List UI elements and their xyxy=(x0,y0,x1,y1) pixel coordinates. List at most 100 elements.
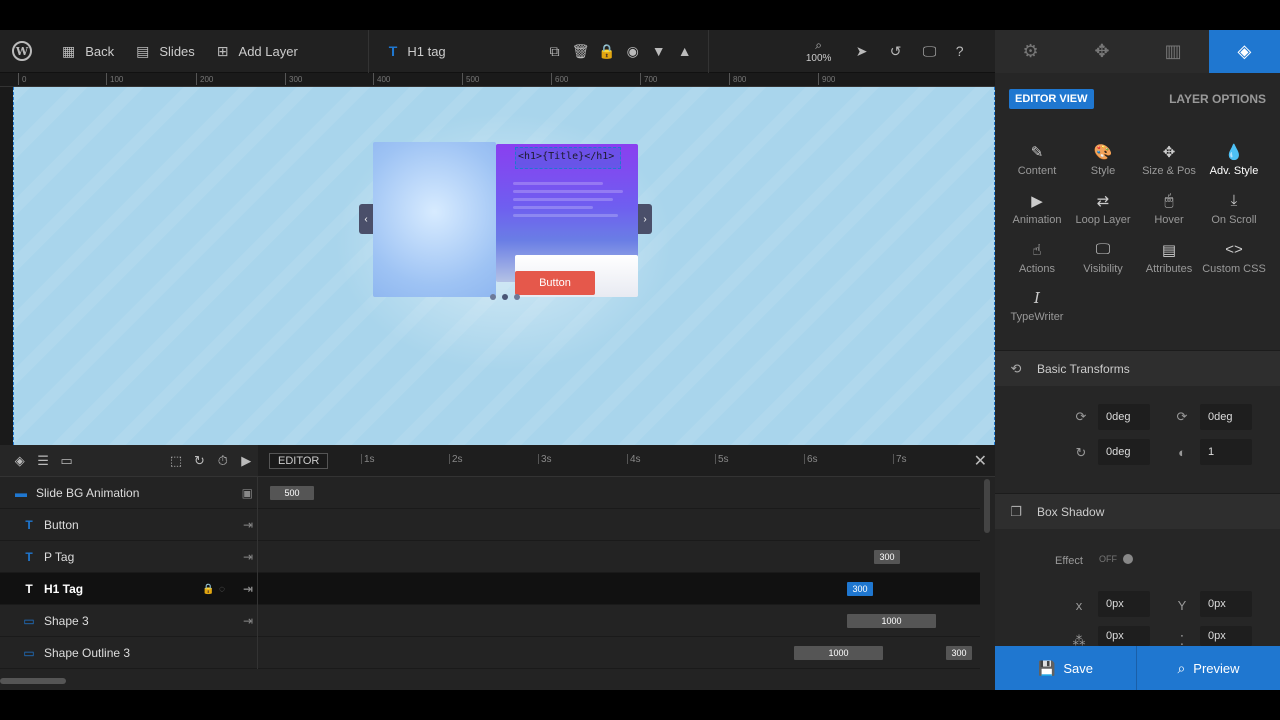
ruler-tick: 600 xyxy=(550,73,569,85)
h1-layer-selected[interactable]: <h1>{Title}</h1> xyxy=(515,147,621,169)
gear-icon: ⚙ xyxy=(1022,41,1039,61)
desktop-view-icon[interactable]: 🖵 xyxy=(917,30,943,72)
move-up-icon[interactable]: ▲ xyxy=(672,30,698,72)
editor-label[interactable]: EDITOR xyxy=(269,453,329,469)
folder-icon[interactable]: ▭ xyxy=(55,453,78,469)
layers-stack-icon[interactable]: ◈ xyxy=(8,453,31,469)
timeline-row-h1-tag[interactable]: T H1 Tag 🔒 ◌ ⇥ 300 xyxy=(0,573,980,605)
lock-icon[interactable]: 🔒 xyxy=(202,584,214,595)
shape-layer-left[interactable] xyxy=(373,142,496,297)
timeline-row-slide-bg[interactable]: ▬ Slide BG Animation ▣ 500 xyxy=(0,477,980,509)
canvas-button-layer[interactable]: Button xyxy=(515,271,595,295)
option-content[interactable]: ✎ Content xyxy=(1004,143,1070,177)
collapse-arrow-icon[interactable]: ⇥ xyxy=(243,582,253,596)
shadow-spread-input[interactable]: 0px xyxy=(1200,626,1252,646)
option-attributes[interactable]: ▤ Attributes xyxy=(1136,241,1202,275)
undo-icon[interactable]: ↺ xyxy=(883,30,909,72)
option-size-pos[interactable]: ✥ Size & Pos xyxy=(1136,143,1202,177)
option-actions[interactable]: ☝ Actions xyxy=(1004,241,1070,275)
option-style[interactable]: 🎨 Style xyxy=(1070,143,1136,177)
mouse-icon: 🖱 xyxy=(1164,192,1174,209)
second-mark: 2s xyxy=(449,454,463,465)
select-area-icon[interactable]: ⬚ xyxy=(164,453,187,469)
timeline-row-button[interactable]: T Button ⇥ xyxy=(0,509,980,541)
play-icon[interactable]: ▶ xyxy=(235,453,258,469)
slider-bullet-active[interactable] xyxy=(502,294,508,300)
slides-icon: ▤ xyxy=(136,42,150,59)
preview-button[interactable]: ⌕ Preview xyxy=(1137,646,1280,690)
timeline-bar[interactable]: 1000 xyxy=(847,614,936,628)
image-folder-icon[interactable]: ▣ xyxy=(242,486,253,500)
collapse-arrow-icon[interactable]: ⇥ xyxy=(243,518,253,532)
option-adv-style[interactable]: 💧 Adv. Style xyxy=(1201,143,1267,177)
rotate-y-icon: ⟳ xyxy=(1176,409,1188,424)
timeline-bar[interactable]: 1000 xyxy=(794,646,883,660)
shadow-y-input[interactable]: 0px xyxy=(1200,591,1252,617)
slider-bullet[interactable] xyxy=(490,294,496,300)
slide-canvas[interactable]: <h1>{Title}</h1> Button ‹ › xyxy=(13,87,995,445)
layer-options-label[interactable]: LAYER OPTIONS xyxy=(1169,92,1266,106)
slides-button[interactable]: ▤ Slides xyxy=(128,30,209,72)
option-on-scroll[interactable]: ⤓ On Scroll xyxy=(1201,192,1267,226)
rotate-y-input[interactable]: 0deg xyxy=(1200,404,1252,430)
timeline-bar[interactable]: 500 xyxy=(270,486,314,500)
zoom-control[interactable]: ⌕ 100% xyxy=(799,30,839,72)
timeline-bar[interactable]: 300 xyxy=(874,550,900,564)
tab-navigation[interactable]: ✥ xyxy=(1066,30,1137,73)
option-animation[interactable]: ▶ Animation xyxy=(1004,192,1070,226)
timer-icon[interactable]: ⏱ xyxy=(211,453,234,469)
option-hover[interactable]: 🖱 Hover xyxy=(1136,192,1202,226)
collapse-arrow-icon[interactable]: ⇥ xyxy=(243,550,253,564)
timeline-bar[interactable]: 300 xyxy=(847,582,873,596)
list-icon[interactable]: ☰ xyxy=(31,453,54,469)
cursor-icon[interactable]: ➤ xyxy=(849,30,875,72)
box-shadow-header[interactable]: ❐ Box Shadow xyxy=(995,493,1280,529)
timeline-bar[interactable]: 300 xyxy=(946,646,972,660)
tab-settings[interactable]: ⚙ xyxy=(995,30,1066,73)
shadow-x-input[interactable]: 0px xyxy=(1098,591,1150,617)
timeline-row-shape-outline-3[interactable]: ▭ Shape Outline 3 1000 300 xyxy=(0,637,980,669)
wordpress-icon: W xyxy=(12,41,32,61)
editor-view-button[interactable]: EDITOR VIEW xyxy=(1009,89,1094,109)
slider-prev-arrow[interactable]: ‹ xyxy=(359,204,373,234)
slider-bullet[interactable] xyxy=(514,294,520,300)
option-visibility[interactable]: 🖵 Visibility xyxy=(1070,241,1136,275)
option-custom-css[interactable]: <> Custom CSS xyxy=(1201,241,1267,275)
loop-icon[interactable]: ↻ xyxy=(188,453,211,469)
wordpress-logo-button[interactable]: W xyxy=(0,30,44,72)
help-icon[interactable]: ? xyxy=(947,30,973,72)
horizontal-ruler: 0 100 200 300 400 500 600 700 800 900 xyxy=(0,73,995,87)
current-layer-selector[interactable]: T H1 tag xyxy=(369,30,542,72)
rotate-x-input[interactable]: 0deg xyxy=(1098,404,1150,430)
timeline-horizontal-scrollbar[interactable] xyxy=(0,678,66,684)
close-icon[interactable]: ✕ xyxy=(974,451,987,471)
second-mark: 1s xyxy=(361,454,375,465)
option-label: Attributes xyxy=(1145,263,1193,275)
tab-slides[interactable]: ▥ xyxy=(1138,30,1209,73)
collapse-arrow-icon[interactable]: ⇥ xyxy=(243,614,253,628)
rotate-z-icon: ↻ xyxy=(1075,445,1087,460)
slider-next-arrow[interactable]: › xyxy=(638,204,652,234)
timeline-row-shape-3[interactable]: ▭ Shape 3 ⇥ 1000 xyxy=(0,605,980,637)
timeline-vertical-scrollbar[interactable] xyxy=(984,479,990,533)
tab-layers[interactable]: ◈ xyxy=(1208,30,1280,73)
move-down-icon[interactable]: ▼ xyxy=(646,30,672,72)
save-button[interactable]: 💾 Save xyxy=(995,646,1137,690)
back-button[interactable]: ▦ Back xyxy=(44,30,128,72)
lock-icon[interactable]: 🔒 xyxy=(594,30,620,72)
grid-icon: ▦ xyxy=(62,42,76,59)
delete-icon[interactable]: 🗑 xyxy=(568,30,594,72)
hide-icon[interactable]: ◌ xyxy=(219,584,225,595)
option-loop-layer[interactable]: ⇄ Loop Layer xyxy=(1070,192,1136,226)
ruler-tick: 900 xyxy=(817,73,836,85)
rotate-z-input[interactable]: 0deg xyxy=(1098,439,1150,465)
visibility-icon[interactable]: ◉ xyxy=(620,30,646,72)
option-typewriter[interactable]: I TypeWriter xyxy=(1004,289,1070,323)
shadow-blur-input[interactable]: 0px xyxy=(1098,626,1150,646)
basic-transforms-header[interactable]: ⟲ Basic Transforms xyxy=(995,350,1280,386)
add-layer-button[interactable]: ⊞ Add Layer xyxy=(209,30,368,72)
effect-toggle[interactable]: OFF xyxy=(1099,554,1133,564)
opacity-input[interactable]: 1 xyxy=(1200,439,1252,465)
duplicate-icon[interactable]: ⧉ xyxy=(542,30,568,72)
timeline-row-p-tag[interactable]: T P Tag ⇥ 300 xyxy=(0,541,980,573)
